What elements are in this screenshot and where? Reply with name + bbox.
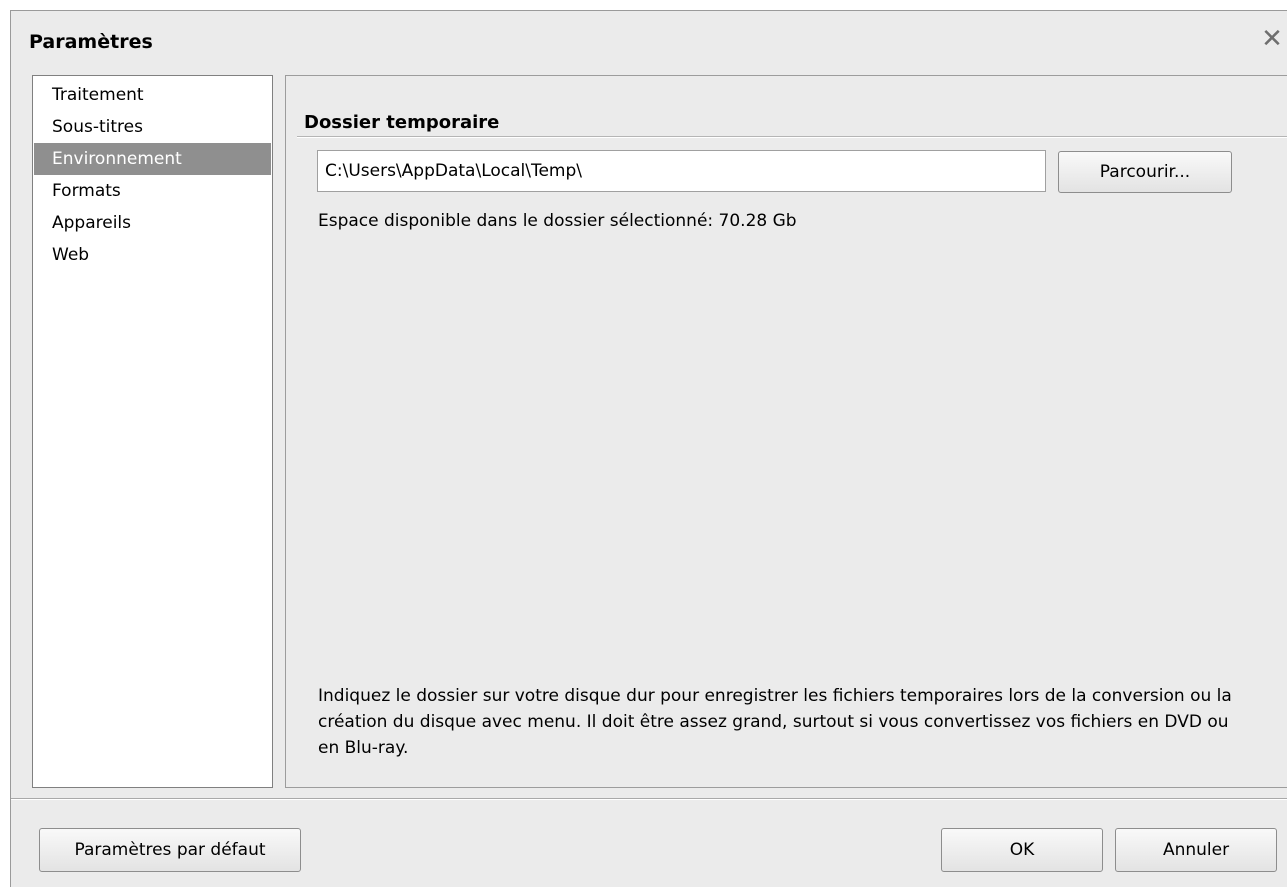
sidebar-item-environnement[interactable]: Environnement	[34, 143, 271, 175]
close-icon[interactable]: ✕	[1259, 25, 1285, 53]
settings-dialog: Paramètres ✕ Traitement Sous-titres Envi…	[10, 10, 1287, 887]
sidebar-item-formats[interactable]: Formats	[34, 175, 271, 207]
dialog-title: Paramètres	[29, 31, 153, 53]
sidebar-item-appareils[interactable]: Appareils	[34, 207, 271, 239]
title-bar: Paramètres ✕	[11, 11, 1287, 67]
cancel-button[interactable]: Annuler	[1115, 828, 1277, 872]
sidebar-item-traitement[interactable]: Traitement	[34, 79, 271, 111]
help-text: Indiquez le dossier sur votre disque dur…	[318, 686, 1232, 758]
restore-defaults-button[interactable]: Paramètres par défaut	[39, 828, 301, 872]
ok-button[interactable]: OK	[941, 828, 1103, 872]
settings-panel: Dossier temporaire Parcourir... Espace d…	[285, 75, 1287, 788]
available-space-text: Espace disponible dans le dossier sélect…	[318, 211, 797, 231]
browse-button[interactable]: Parcourir...	[1058, 151, 1232, 193]
temp-folder-input[interactable]	[317, 150, 1046, 192]
section-divider	[297, 136, 1287, 138]
sidebar-item-web[interactable]: Web	[34, 239, 271, 271]
section-title: Dossier temporaire	[304, 112, 500, 133]
sidebar-item-sous-titres[interactable]: Sous-titres	[34, 111, 271, 143]
footer-divider	[11, 798, 1287, 800]
category-list: Traitement Sous-titres Environnement For…	[32, 75, 273, 788]
